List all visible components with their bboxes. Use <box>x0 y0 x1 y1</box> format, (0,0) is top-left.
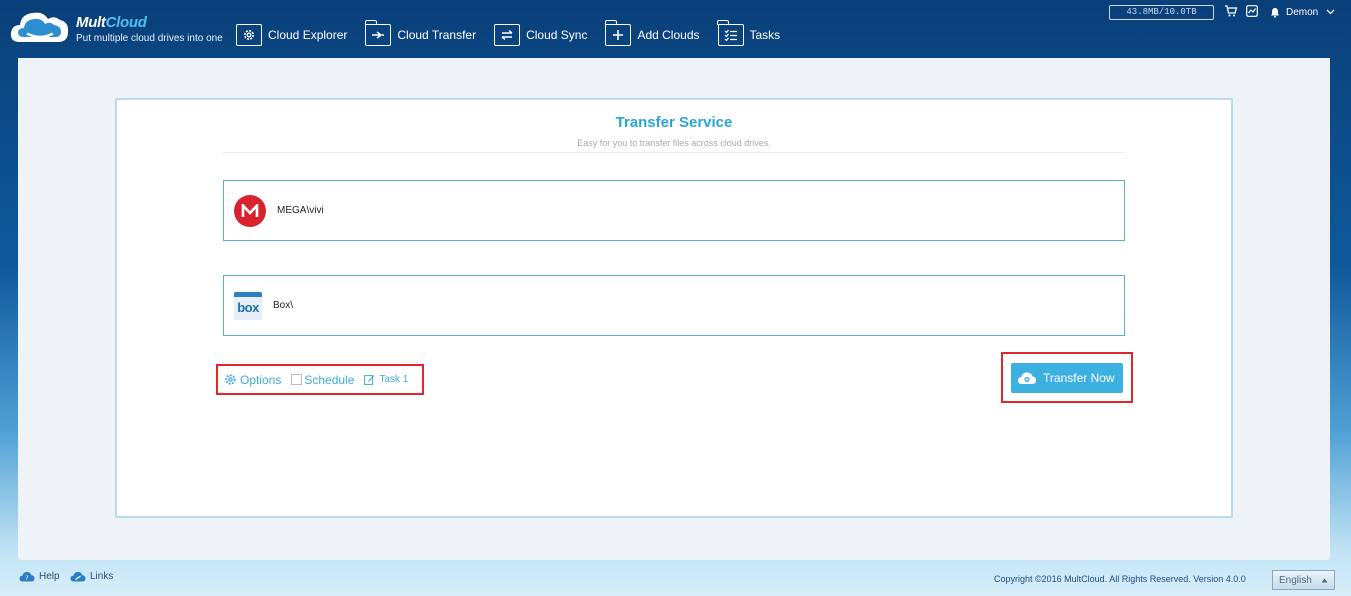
language-select[interactable]: English <box>1272 570 1335 590</box>
cloud-upload-icon <box>1017 371 1037 385</box>
caret-up-icon <box>1321 575 1328 586</box>
activity-icon[interactable] <box>1246 5 1258 20</box>
main-nav: Cloud Explorer Cloud Transfer Cloud Sync… <box>236 20 798 46</box>
cart-icon[interactable] <box>1224 5 1238 20</box>
box-logo-text: box <box>237 299 259 315</box>
sync-icon <box>494 24 521 46</box>
box-logo-bar <box>234 291 262 297</box>
transfer-now-label: Transfer Now <box>1043 370 1115 385</box>
transfer-now-button[interactable]: Transfer Now <box>1011 362 1123 393</box>
box-logo-icon: box <box>234 291 262 320</box>
schedule-label: Schedule <box>304 372 355 387</box>
edit-icon <box>364 375 375 385</box>
brand-name-cloud: Cloud <box>105 14 147 31</box>
mega-logo-icon <box>234 194 266 227</box>
schedule-checkbox[interactable]: Schedule <box>291 373 354 387</box>
link-cloud-icon <box>70 572 86 582</box>
nav-cloud-sync-label: Cloud Sync <box>526 28 588 42</box>
transfer-card: Transfer Service Easy for you to transfe… <box>115 98 1233 518</box>
title-divider <box>223 152 1125 153</box>
task-name-label: Task 1 <box>379 374 409 385</box>
copyright-text: Copyright ©2016 MultCloud. All Rights Re… <box>994 574 1246 584</box>
nav-cloud-transfer-label: Cloud Transfer <box>397 28 477 42</box>
nav-cloud-sync[interactable]: Cloud Sync <box>494 24 587 46</box>
nav-add-clouds-label: Add Clouds <box>637 28 700 42</box>
user-name: Demon <box>1286 7 1319 18</box>
options-button[interactable]: Options <box>224 373 281 387</box>
options-label: Options <box>240 372 282 387</box>
brand-tagline: Put multiple cloud drives into one <box>76 33 223 44</box>
target-drive-path: Box\ <box>273 300 294 311</box>
bell-icon[interactable] <box>1270 7 1280 21</box>
transfer-folder-icon <box>364 20 392 46</box>
gear-icon <box>225 374 236 385</box>
links-label: Links <box>90 571 114 582</box>
nav-cloud-transfer[interactable]: Cloud Transfer <box>364 20 477 46</box>
nav-tasks[interactable]: Tasks <box>717 20 781 46</box>
brand-name-mult: Mult <box>76 14 106 31</box>
target-drive-box[interactable]: box Box\ <box>223 275 1125 336</box>
chevron-down-icon <box>1321 7 1335 18</box>
tasks-icon <box>717 20 744 46</box>
help-cloud-icon: ? <box>19 572 35 582</box>
source-drive-path: MEGA\vivi <box>277 205 324 216</box>
page-subtitle: Easy for you to transfer files across cl… <box>577 138 771 148</box>
main-panel: Transfer Service Easy for you to transfe… <box>18 58 1330 560</box>
add-folder-icon <box>604 20 632 46</box>
transfer-now-highlight: Transfer Now <box>1001 352 1133 403</box>
page-title: Transfer Service <box>615 114 733 131</box>
source-drive-box[interactable]: MEGA\vivi <box>223 180 1125 241</box>
options-row: Options Schedule Task 1 <box>216 364 424 395</box>
help-link[interactable]: ? Help <box>19 571 60 582</box>
multcloud-logo-icon[interactable] <box>8 6 72 48</box>
links-link[interactable]: Links <box>70 571 113 582</box>
gear-icon <box>236 24 262 46</box>
nav-cloud-explorer-label: Cloud Explorer <box>268 28 348 42</box>
user-menu[interactable]: Demon <box>1286 7 1335 18</box>
brand-name: MultCloud <box>76 14 223 31</box>
storage-quota: 43.8MB/10.0TB <box>1109 5 1214 20</box>
help-label: Help <box>39 571 60 582</box>
language-value: English <box>1279 574 1312 586</box>
svg-text:?: ? <box>25 575 28 582</box>
task-name-edit[interactable]: Task 1 <box>364 374 408 385</box>
schedule-checkbox-box[interactable] <box>291 374 303 385</box>
top-header: MultCloud Put multiple cloud drives into… <box>0 0 1351 58</box>
nav-tasks-label: Tasks <box>749 28 781 42</box>
nav-cloud-explorer[interactable]: Cloud Explorer <box>236 24 347 46</box>
nav-add-clouds[interactable]: Add Clouds <box>604 20 700 46</box>
brand: MultCloud Put multiple cloud drives into… <box>76 14 223 44</box>
